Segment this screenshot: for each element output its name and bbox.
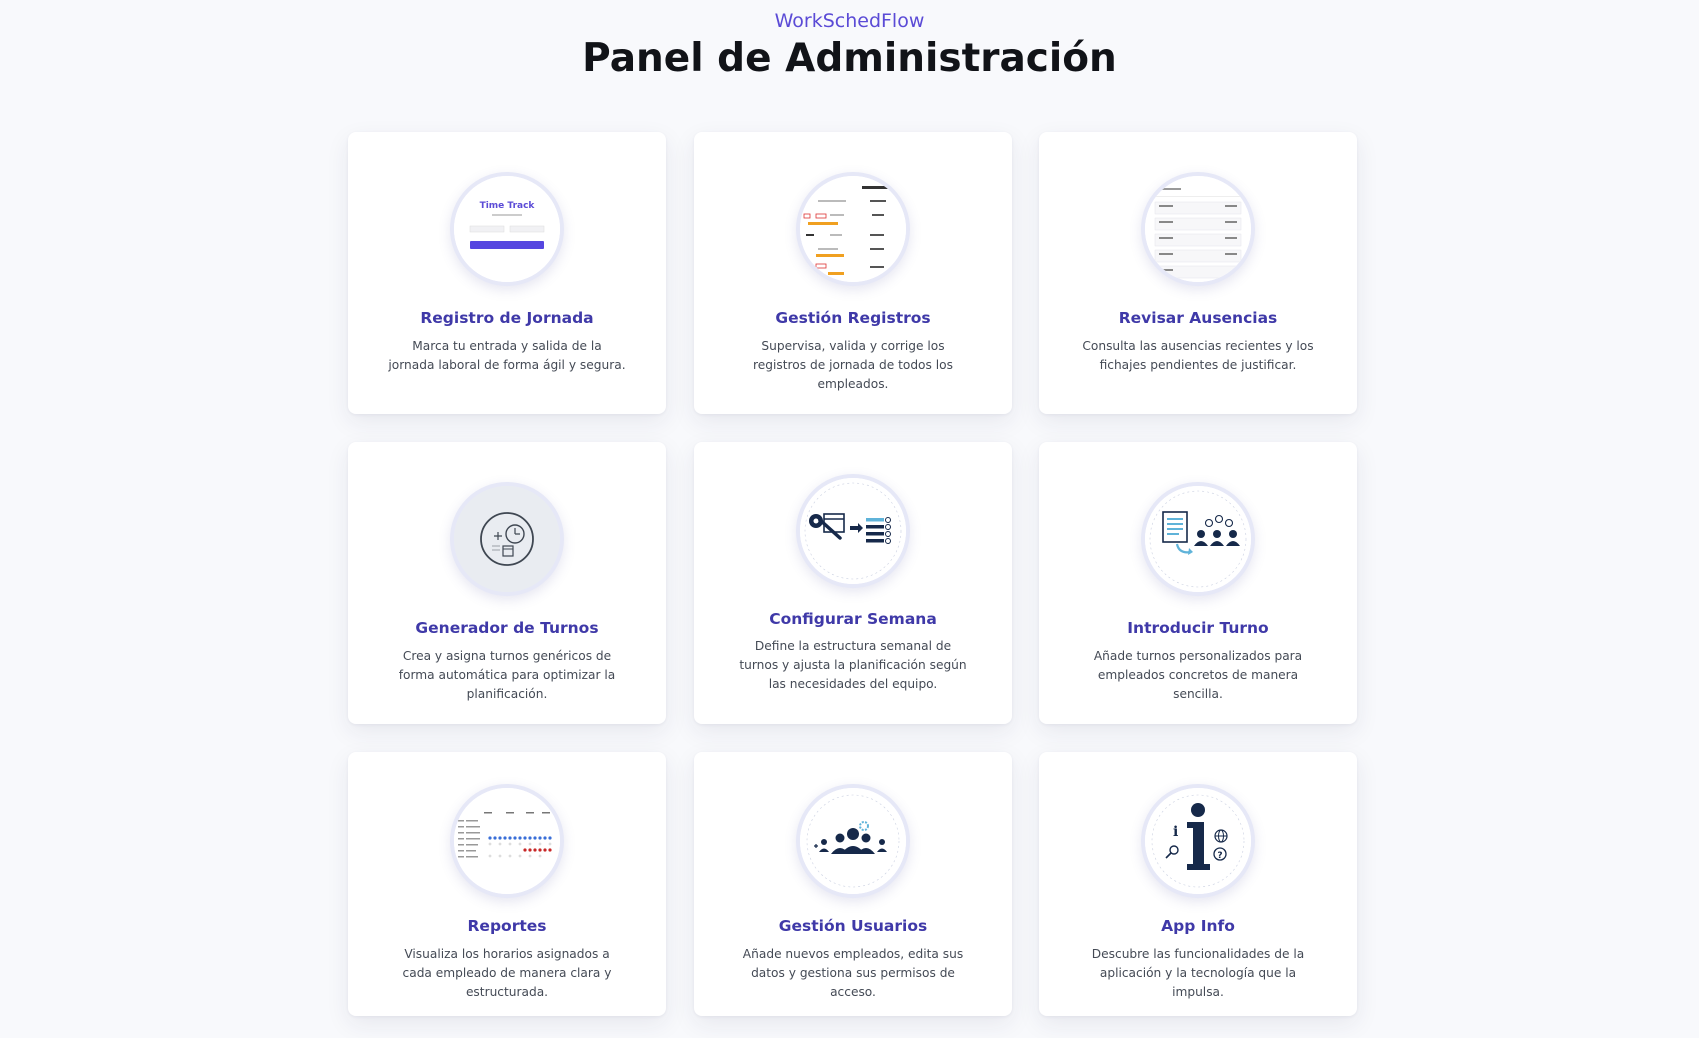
- card-title: Generador de Turnos: [415, 619, 599, 637]
- records-table-screenshot-icon: [800, 176, 906, 282]
- absences-list-screenshot-icon: [1145, 176, 1251, 282]
- app-info-thumbnail: i ?: [1141, 784, 1255, 898]
- card-description: Descubre las funcionalidades de la aplic…: [1091, 947, 1305, 999]
- card-introducir-turno[interactable]: Introducir Turno Añade turnos personaliz…: [1039, 442, 1357, 724]
- absences-thumbnail: [1141, 172, 1255, 286]
- card-title: Reportes: [467, 917, 547, 935]
- info-icon: i ?: [1145, 788, 1251, 894]
- card-reportes[interactable]: Reportes Visualiza los horarios asignado…: [348, 752, 666, 1016]
- clock-calendar-icon: [454, 486, 560, 592]
- card-description: Añade nuevos empleados, edita sus datos …: [742, 947, 964, 999]
- svg-text:?: ?: [1217, 851, 1222, 861]
- card-gestion-usuarios[interactable]: Gestión Usuarios Añade nuevos empleados,…: [694, 752, 1012, 1016]
- card-configurar-semana[interactable]: Configurar Semana Define la estructura s…: [694, 442, 1012, 724]
- page-title: Panel de Administración: [582, 36, 1117, 81]
- configure-week-thumbnail: [796, 474, 910, 588]
- enter-shift-thumbnail: [1141, 482, 1255, 596]
- shift-generator-thumbnail: [450, 482, 564, 596]
- user-management-thumbnail: [796, 784, 910, 898]
- brand-name: WorkSchedFlow: [774, 10, 925, 32]
- card-description: Define la estructura semanal de turnos y…: [739, 639, 967, 691]
- reports-thumbnail: [450, 784, 564, 898]
- thumb-time-track-text: Time Track: [480, 201, 536, 211]
- wrench-gear-schedule-icon: [800, 478, 906, 584]
- time-track-screenshot-icon: Time Track: [454, 176, 560, 282]
- card-generador-turnos[interactable]: Generador de Turnos Crea y asigna turnos…: [348, 442, 666, 724]
- card-app-info[interactable]: i ? App Info Descubre las funcionalidade…: [1039, 752, 1357, 1016]
- card-title: Introducir Turno: [1127, 619, 1269, 637]
- card-gestion-registros[interactable]: Gestión Registros Supervisa, valida y co…: [694, 132, 1012, 414]
- card-title: App Info: [1161, 917, 1235, 935]
- records-thumbnail: [796, 172, 910, 286]
- card-description: Supervisa, valida y corrige los registro…: [753, 339, 953, 391]
- card-registro-jornada[interactable]: Time Track Registro de Jornada Marca tu …: [348, 132, 666, 414]
- time-track-thumbnail: Time Track: [450, 172, 564, 286]
- card-title: Revisar Ausencias: [1118, 309, 1278, 327]
- card-title: Gestión Registros: [775, 309, 931, 327]
- card-description: Consulta las ausencias recientes y los f…: [1082, 339, 1314, 372]
- users-group-icon: [800, 788, 906, 894]
- card-description: Visualiza los horarios asignados a cada …: [402, 947, 612, 999]
- document-assign-team-icon: [1145, 486, 1251, 592]
- card-description: Añade turnos personalizados para emplead…: [1093, 649, 1303, 701]
- schedule-report-screenshot-icon: [454, 788, 560, 894]
- card-title: Configurar Semana: [769, 610, 937, 628]
- svg-text:i: i: [1173, 824, 1178, 840]
- card-title: Registro de Jornada: [420, 309, 594, 327]
- card-title: Gestión Usuarios: [778, 917, 928, 935]
- card-revisar-ausencias[interactable]: Revisar Ausencias Consulta las ausencias…: [1039, 132, 1357, 414]
- card-description: Marca tu entrada y salida de la jornada …: [388, 339, 626, 372]
- card-description: Crea y asigna turnos genéricos de forma …: [398, 649, 616, 701]
